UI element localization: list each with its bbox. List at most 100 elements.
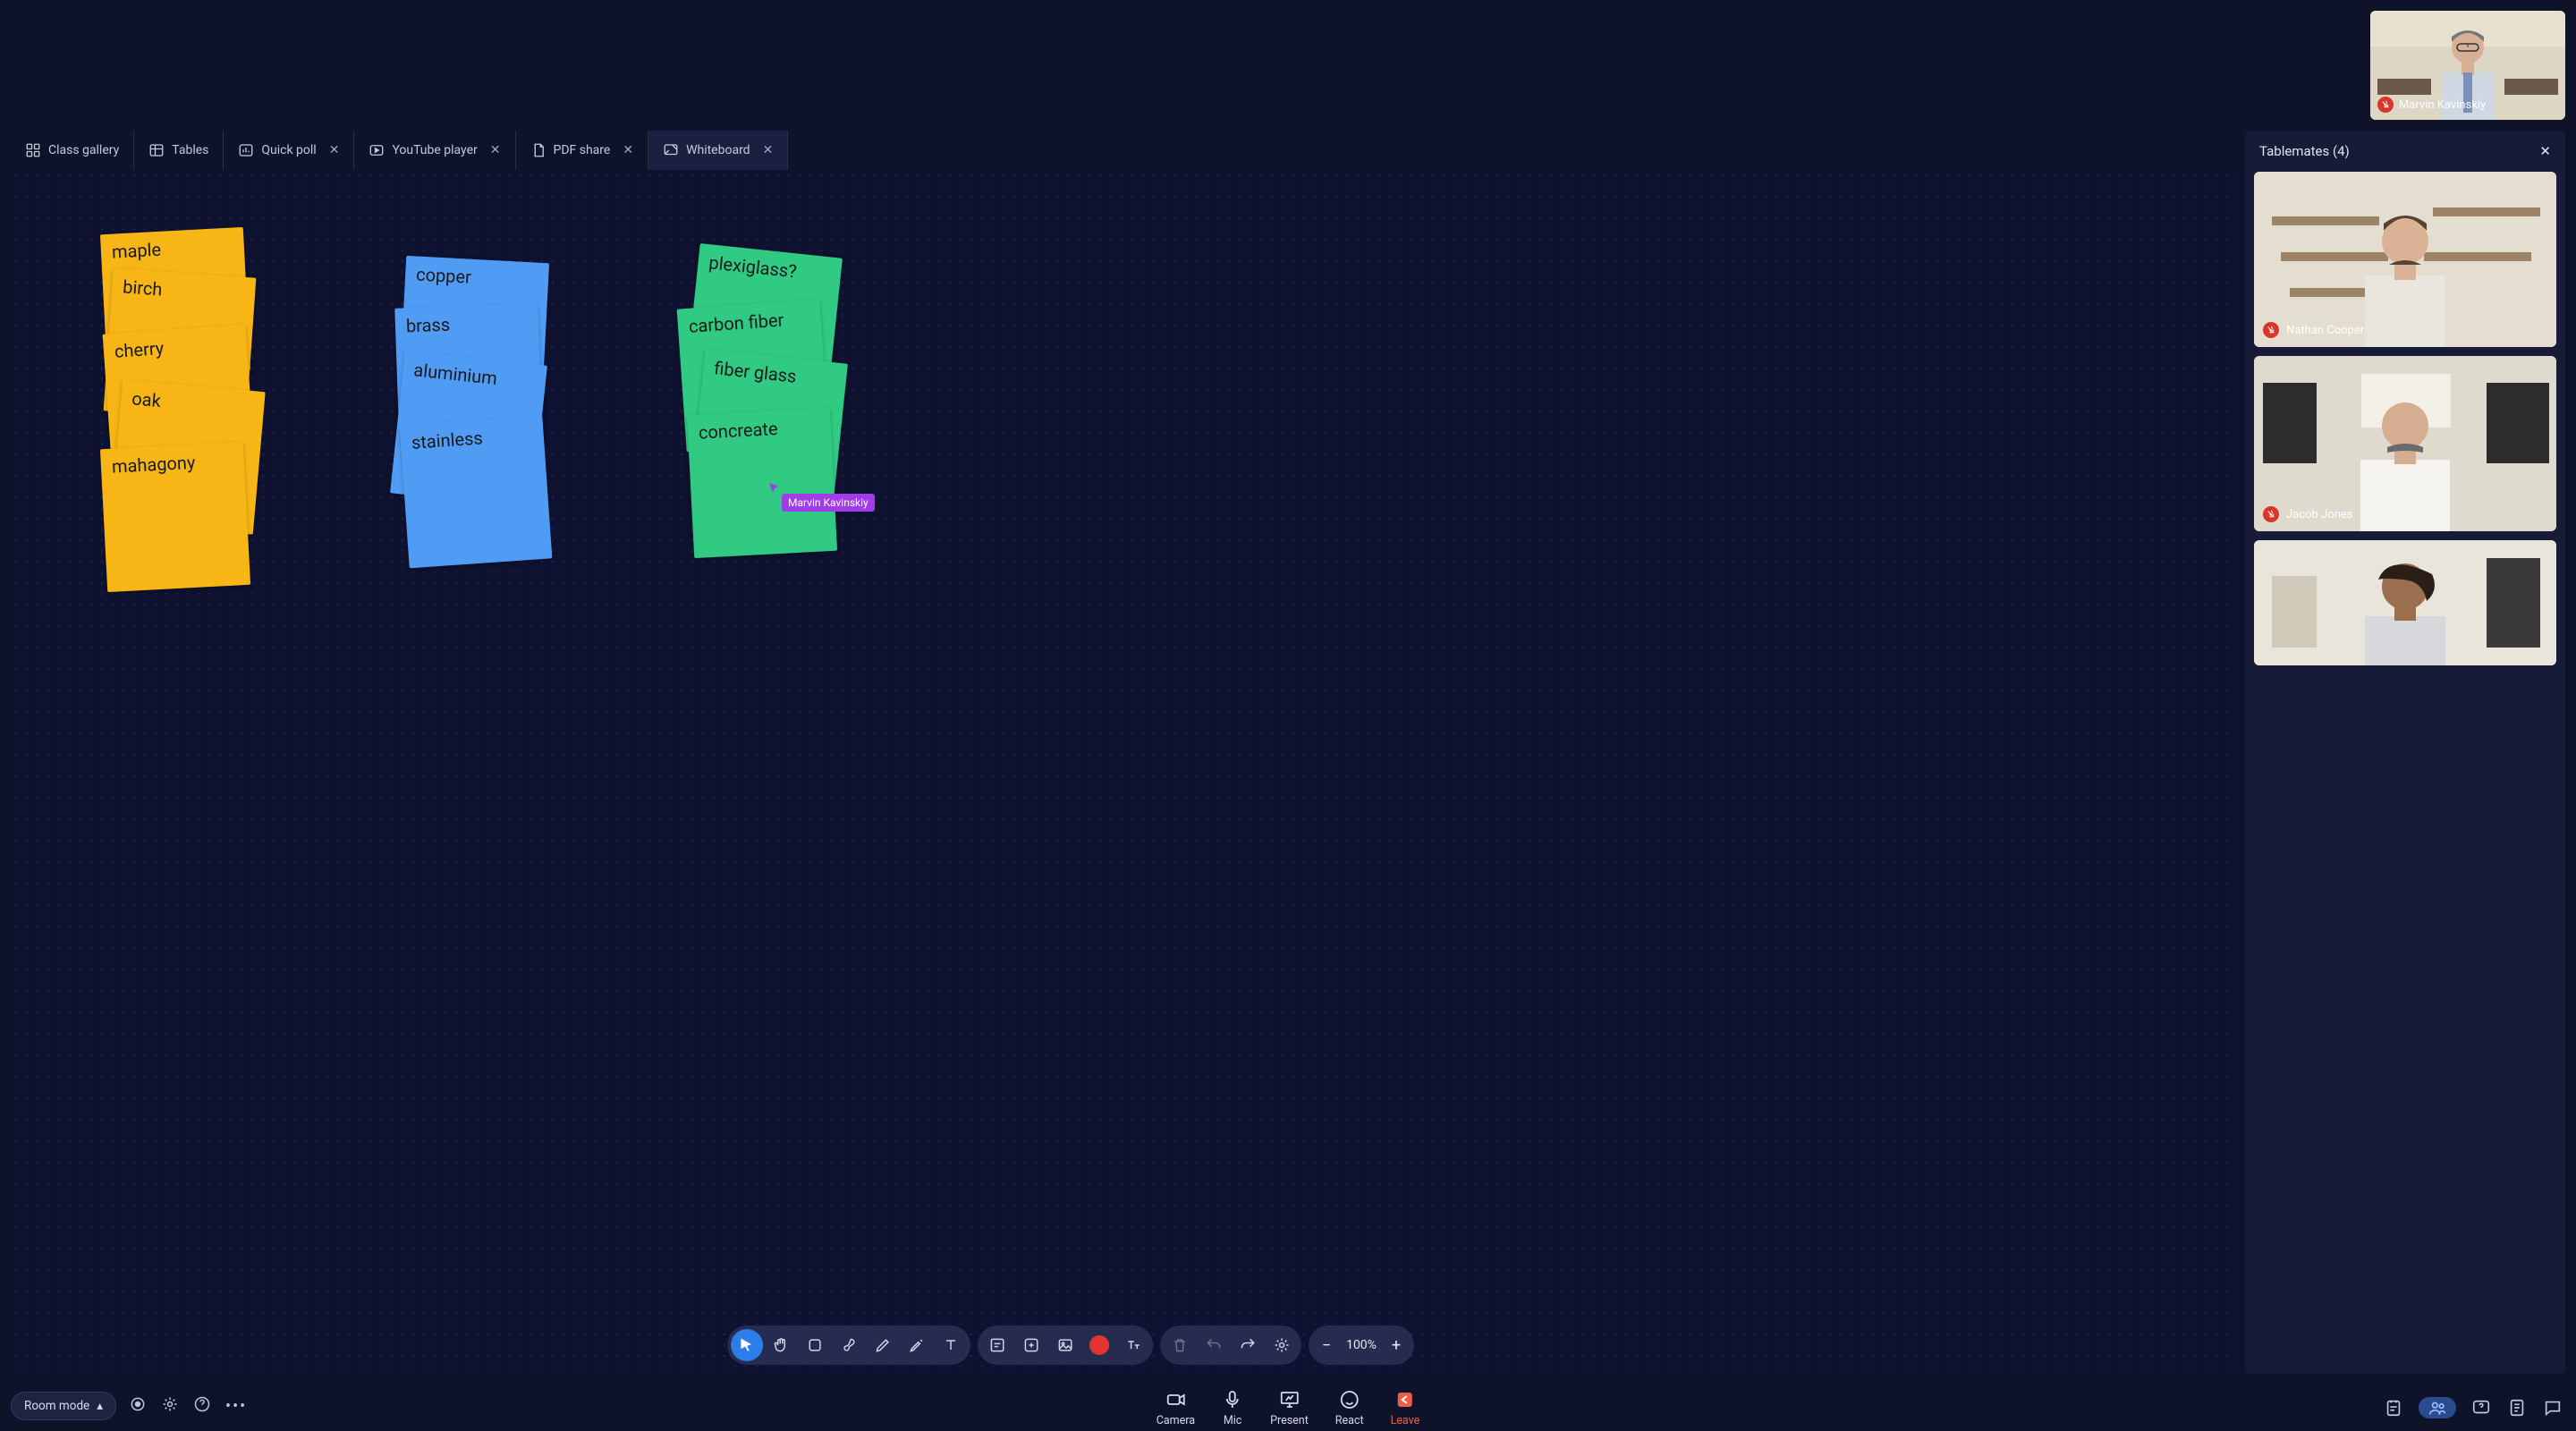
pdf-icon <box>530 142 547 158</box>
room-mode-selector[interactable]: Room mode ▴ <box>11 1392 116 1420</box>
text-style-tool[interactable] <box>1117 1329 1149 1361</box>
image-tool[interactable] <box>1049 1329 1081 1361</box>
sticky-text: fiber glass <box>713 357 797 387</box>
brush-tool[interactable] <box>833 1329 865 1361</box>
sticky-text: maple <box>111 239 161 263</box>
present-button[interactable]: Present <box>1270 1389 1309 1427</box>
dock-label: React <box>1335 1414 1364 1427</box>
sticky-text: mahagony <box>111 452 196 478</box>
camera-button[interactable]: Camera <box>1157 1389 1195 1427</box>
dock-label: Present <box>1270 1414 1309 1427</box>
close-icon[interactable]: ✕ <box>763 143 774 157</box>
sticky-note-tool[interactable] <box>981 1329 1013 1361</box>
highlighter-tool[interactable] <box>901 1329 933 1361</box>
tab-youtube[interactable]: YouTube player ✕ <box>354 131 515 170</box>
mic-muted-icon <box>2377 97 2394 113</box>
zoom-controls: − 100% + <box>1309 1325 1414 1365</box>
sticky-text: brass <box>406 314 451 337</box>
tab-label: Quick poll <box>261 143 316 157</box>
bottom-bar: Room mode ▴ ••• Camera Mic Present React… <box>0 1381 2576 1431</box>
tablemate-tile[interactable]: Nathan Cooper <box>2254 172 2556 347</box>
youtube-icon <box>369 142 385 158</box>
mic-icon <box>1222 1389 1243 1410</box>
close-icon[interactable]: ✕ <box>623 143 633 157</box>
tab-quick-poll[interactable]: Quick poll ✕ <box>224 131 354 170</box>
rectangle-tool[interactable] <box>799 1329 831 1361</box>
agenda-icon[interactable] <box>2383 1397 2404 1418</box>
sticky-note[interactable]: mahagony <box>100 442 250 592</box>
sticky-text: birch <box>123 275 164 300</box>
sticky-text: aluminium <box>412 359 498 389</box>
tab-label: Whiteboard <box>686 143 750 157</box>
qa-icon[interactable] <box>2470 1397 2492 1418</box>
tablemates-panel: Tablemates (4) ✕ Nathan Cooper <box>2245 131 2565 1374</box>
text-tool[interactable] <box>935 1329 967 1361</box>
tool-group-insert <box>978 1325 1153 1365</box>
record-button[interactable] <box>1089 1335 1109 1355</box>
mic-button[interactable]: Mic <box>1222 1389 1243 1427</box>
chevron-up-icon: ▴ <box>97 1399 103 1413</box>
tab-class-gallery[interactable]: Class gallery <box>11 131 134 170</box>
sticky-text: concreate <box>698 418 778 444</box>
tab-whiteboard[interactable]: Whiteboard ✕ <box>648 131 788 170</box>
sticky-text: oak <box>131 387 161 411</box>
tab-label: YouTube player <box>392 143 477 157</box>
zoom-out-button[interactable]: − <box>1316 1336 1337 1355</box>
zoom-in-button[interactable]: + <box>1385 1336 1407 1355</box>
pointer-tool[interactable] <box>731 1329 763 1361</box>
redo-button[interactable] <box>1232 1329 1264 1361</box>
tablemate-tile[interactable]: Jacob Jones <box>2254 356 2556 531</box>
tabs-bar: Class gallery Tables Quick poll ✕ YouTub… <box>11 131 2238 170</box>
zoom-level: 100% <box>1346 1338 1377 1352</box>
leave-button[interactable]: Leave <box>1391 1389 1420 1427</box>
mic-muted-icon <box>2263 322 2279 338</box>
mate-name: Nathan Cooper <box>2286 324 2364 337</box>
help-icon[interactable] <box>193 1395 211 1417</box>
grid-icon <box>25 142 41 158</box>
sticky-text: copper <box>416 264 472 288</box>
tables-icon <box>148 142 165 158</box>
sticky-note[interactable]: concreate <box>687 408 837 558</box>
whiteboard-icon <box>663 142 679 158</box>
tab-tables[interactable]: Tables <box>134 131 224 170</box>
self-video-pip[interactable]: Marvin Kavinskiy <box>2370 11 2565 120</box>
whiteboard-canvas[interactable]: maple birch cherry oak mahagony copper b… <box>11 170 2238 1374</box>
whiteboard-toolbar: − 100% + <box>727 1325 1414 1365</box>
present-icon <box>1278 1389 1300 1410</box>
poll-icon <box>238 142 254 158</box>
center-dock: Camera Mic Present React Leave <box>1157 1389 1420 1427</box>
more-icon[interactable]: ••• <box>225 1397 247 1416</box>
close-icon[interactable]: ✕ <box>490 143 501 157</box>
close-icon[interactable]: ✕ <box>2539 143 2551 159</box>
pencil-tool[interactable] <box>867 1329 899 1361</box>
participants-icon[interactable] <box>2419 1397 2456 1418</box>
react-icon <box>1339 1389 1360 1410</box>
pip-name: Marvin Kavinskiy <box>2399 98 2486 112</box>
tab-label: Class gallery <box>48 143 119 157</box>
tablemate-tile[interactable] <box>2254 540 2556 665</box>
avatar <box>2334 361 2477 531</box>
react-button[interactable]: React <box>1335 1389 1364 1427</box>
record-status-icon[interactable] <box>129 1395 147 1417</box>
settings-button[interactable] <box>1266 1329 1298 1361</box>
sticky-text: carbon fiber <box>688 309 784 336</box>
close-icon[interactable]: ✕ <box>329 143 340 157</box>
dock-label: Mic <box>1224 1414 1242 1427</box>
sticky-note[interactable]: stainless <box>400 416 553 569</box>
notes-icon[interactable] <box>2506 1397 2528 1418</box>
tool-group-main <box>727 1325 970 1365</box>
tab-pdf[interactable]: PDF share ✕ <box>516 131 649 170</box>
chat-icon[interactable] <box>2542 1397 2563 1418</box>
dock-label: Leave <box>1391 1414 1420 1427</box>
hand-tool[interactable] <box>765 1329 797 1361</box>
undo-button[interactable] <box>1198 1329 1230 1361</box>
dock-label: Camera <box>1157 1414 1195 1427</box>
tab-label: PDF share <box>554 143 611 157</box>
panel-title: Tablemates (4) <box>2259 143 2350 159</box>
add-shape-tool[interactable] <box>1015 1329 1047 1361</box>
leave-icon <box>1394 1389 1416 1410</box>
trash-button[interactable] <box>1164 1329 1196 1361</box>
settings-icon[interactable] <box>161 1395 179 1417</box>
right-icon-bar <box>2383 1397 2563 1418</box>
mate-name: Jacob Jones <box>2286 508 2352 521</box>
